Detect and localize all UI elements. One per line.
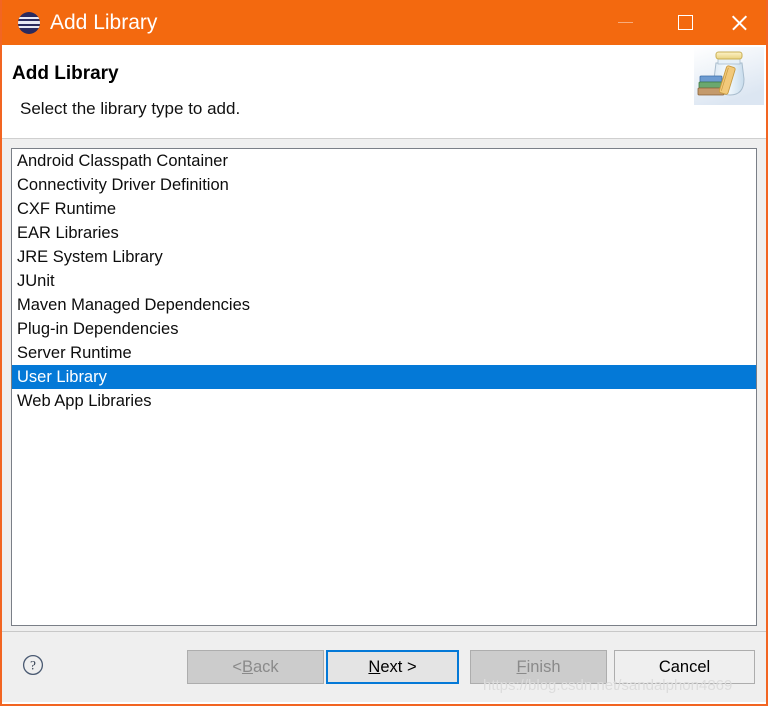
dialog-body: Android Classpath Container Connectivity … <box>2 139 766 631</box>
maximize-icon <box>677 15 693 30</box>
dialog-footer: ? < Back Next > Finish Cancel <box>2 632 766 702</box>
back-button[interactable]: < Back <box>187 650 324 684</box>
list-item[interactable]: Plug-in Dependencies <box>12 317 756 341</box>
list-item[interactable]: JRE System Library <box>12 245 756 269</box>
minimize-button[interactable] <box>602 0 648 45</box>
finish-button[interactable]: Finish <box>470 650 607 684</box>
maximize-button[interactable] <box>662 0 708 45</box>
header-title: Add Library <box>12 63 119 84</box>
window-titlebar[interactable]: Add Library <box>2 0 766 45</box>
list-item[interactable]: JUnit <box>12 269 756 293</box>
window-title: Add Library <box>50 10 158 34</box>
library-type-list[interactable]: Android Classpath Container Connectivity … <box>11 148 757 626</box>
list-item[interactable]: Server Runtime <box>12 341 756 365</box>
close-button[interactable] <box>716 0 762 45</box>
cancel-button[interactable]: Cancel <box>614 650 755 684</box>
list-item[interactable]: User Library <box>12 365 756 389</box>
add-library-dialog: Add Library Add Library Select the libra… <box>0 0 768 706</box>
next-button[interactable]: Next > <box>326 650 459 684</box>
eclipse-icon <box>18 11 40 34</box>
dialog-header: Add Library Select the library type to a… <box>2 45 766 138</box>
list-item[interactable]: Web App Libraries <box>12 389 756 413</box>
list-item[interactable]: Android Classpath Container <box>12 149 756 173</box>
list-item[interactable]: Connectivity Driver Definition <box>12 173 756 197</box>
minimize-icon <box>617 22 633 23</box>
library-jar-books-icon <box>694 47 764 105</box>
list-item[interactable]: Maven Managed Dependencies <box>12 293 756 317</box>
question-mark-icon[interactable]: ? <box>22 654 44 676</box>
svg-text:?: ? <box>30 658 36 673</box>
close-icon <box>730 13 749 32</box>
header-subtitle: Select the library type to add. <box>20 99 241 118</box>
list-item[interactable]: CXF Runtime <box>12 197 756 221</box>
list-item[interactable]: EAR Libraries <box>12 221 756 245</box>
